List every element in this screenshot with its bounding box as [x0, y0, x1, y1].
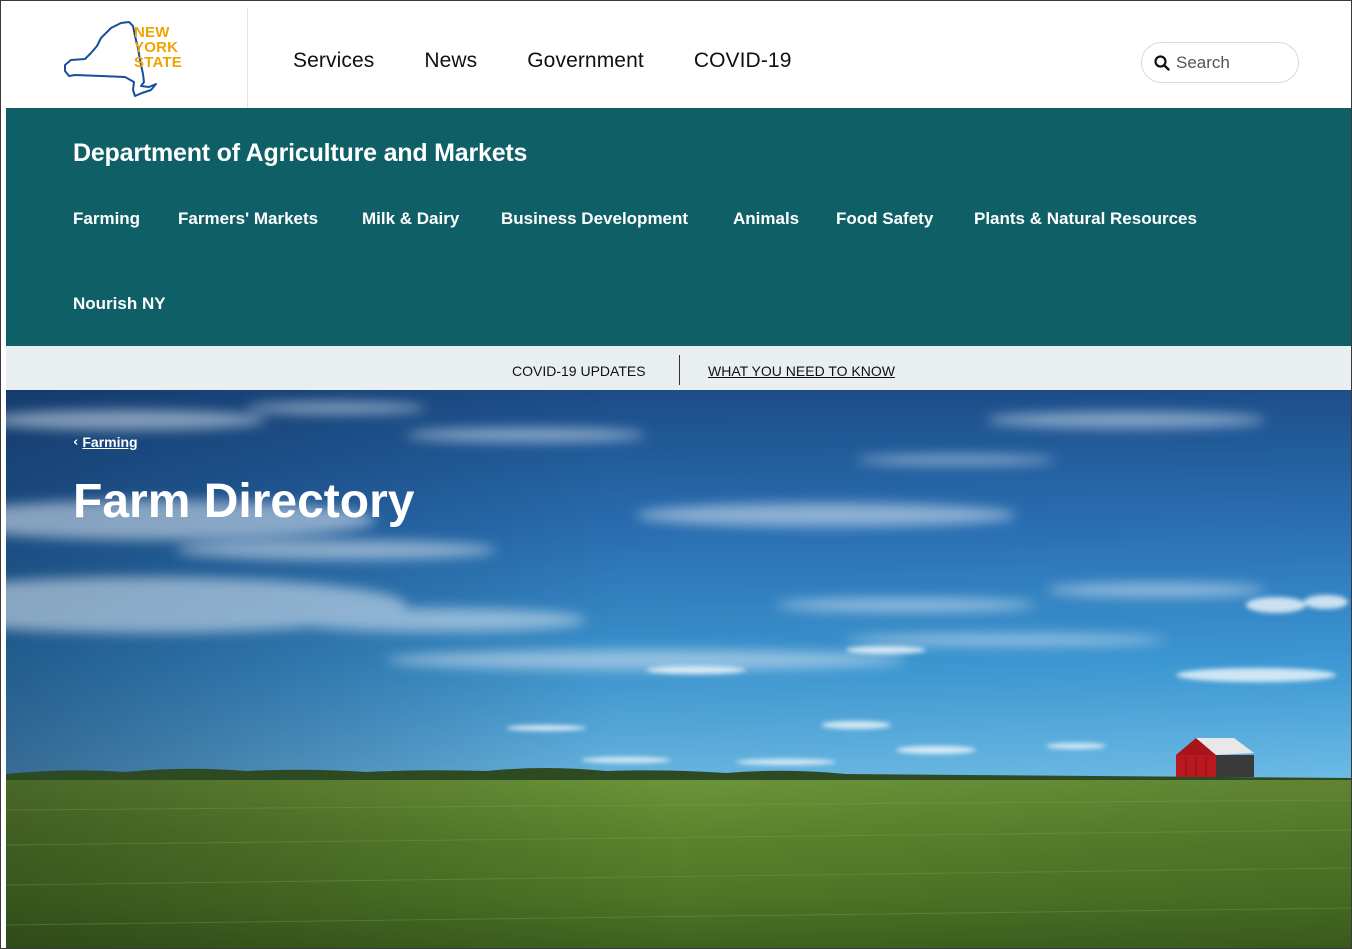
agency-nav-plants-natural-resources[interactable]: Plants & Natural Resources [974, 209, 1197, 229]
global-header: NEW YORK STATE Services News Government … [6, 8, 1351, 108]
covid-banner-divider [679, 355, 680, 385]
agency-nav-animals[interactable]: Animals [733, 209, 799, 229]
agency-nav-farming[interactable]: Farming [73, 209, 140, 229]
global-nav-news[interactable]: News [424, 48, 477, 74]
covid-banner-label: COVID-19 UPDATES [512, 363, 646, 379]
search-input[interactable] [1176, 52, 1286, 74]
browser-page: NEW YORK STATE Services News Government … [0, 0, 1352, 949]
breadcrumb-farming-link[interactable]: Farming [82, 434, 137, 450]
agency-title[interactable]: Department of Agriculture and Markets [73, 139, 527, 168]
logo-line-york: YORK [134, 39, 179, 56]
agency-nav-business-development[interactable]: Business Development [501, 209, 688, 229]
chevron-left-icon: ‹ [73, 434, 79, 450]
agency-nav-nourish-ny[interactable]: Nourish NY [73, 294, 166, 314]
global-nav-government[interactable]: Government [527, 48, 644, 74]
nys-logo[interactable]: NEW YORK STATE [6, 8, 248, 108]
logo-line-new: NEW [134, 24, 170, 41]
agency-header: Department of Agriculture and Markets Fa… [6, 108, 1351, 346]
covid-banner: COVID-19 UPDATES WHAT YOU NEED TO KNOW [6, 346, 1351, 390]
global-nav-services[interactable]: Services [293, 48, 374, 74]
agency-nav-milk-dairy[interactable]: Milk & Dairy [362, 209, 459, 229]
agency-nav-food-safety[interactable]: Food Safety [836, 209, 933, 229]
hero-banner: ‹ Farming Farm Directory [6, 390, 1351, 948]
breadcrumb: ‹ Farming [73, 434, 138, 450]
global-nav: Services News Government COVID-19 [293, 48, 841, 74]
page-title: Farm Directory [73, 475, 415, 528]
covid-banner-link[interactable]: WHAT YOU NEED TO KNOW [708, 363, 895, 379]
search-icon [1154, 55, 1170, 71]
logo-line-state: STATE [134, 54, 182, 71]
global-nav-covid-19[interactable]: COVID-19 [694, 48, 792, 74]
agency-nav-farmers-markets[interactable]: Farmers' Markets [178, 209, 318, 229]
search-box[interactable] [1141, 42, 1299, 83]
nys-logo-text: NEW YORK STATE [134, 25, 182, 70]
